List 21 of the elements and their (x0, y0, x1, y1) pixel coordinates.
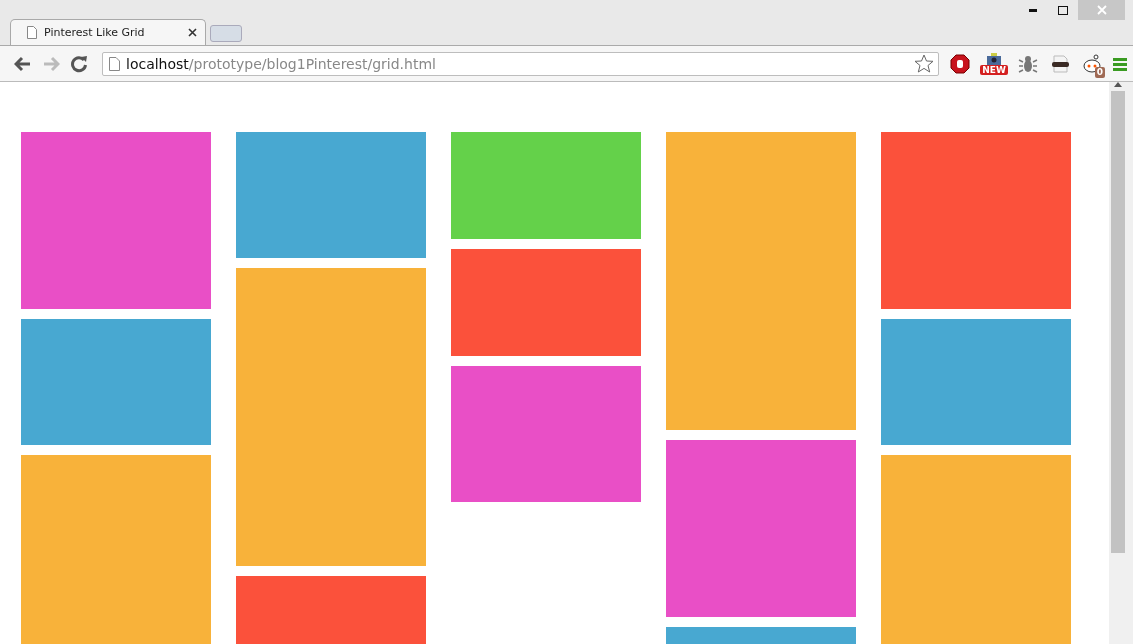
page-icon[interactable] (27, 26, 37, 39)
alien-head-icon[interactable] (1082, 53, 1102, 74)
scrollbar[interactable] (1109, 82, 1133, 644)
stop-sign-icon[interactable] (950, 53, 970, 74)
back-arrow-icon[interactable] (14, 55, 32, 72)
reload-icon[interactable] (70, 54, 88, 73)
bug-icon[interactable] (1018, 53, 1038, 74)
maximize-icon[interactable] (1058, 5, 1068, 15)
menu-icon[interactable] (1113, 56, 1127, 71)
page-icon[interactable] (109, 56, 120, 71)
badge: 0 (1094, 66, 1105, 78)
camera-icon[interactable] (986, 51, 1002, 65)
close-icon[interactable] (188, 28, 197, 37)
mask-icon[interactable] (1050, 54, 1070, 73)
scrollbar-thumb[interactable] (1110, 91, 1125, 553)
address-bar[interactable]: localhost/prototype/blog1Pinterest/grid.html (102, 51, 939, 76)
url-text: localhost/prototype/blog1Pinterest/grid.html (126, 55, 437, 72)
minimize-icon[interactable] (1029, 8, 1037, 12)
star-icon[interactable] (914, 54, 934, 73)
badge: NEW (980, 64, 1008, 75)
browser-tab[interactable]: Pinterest Like Grid (10, 19, 206, 45)
